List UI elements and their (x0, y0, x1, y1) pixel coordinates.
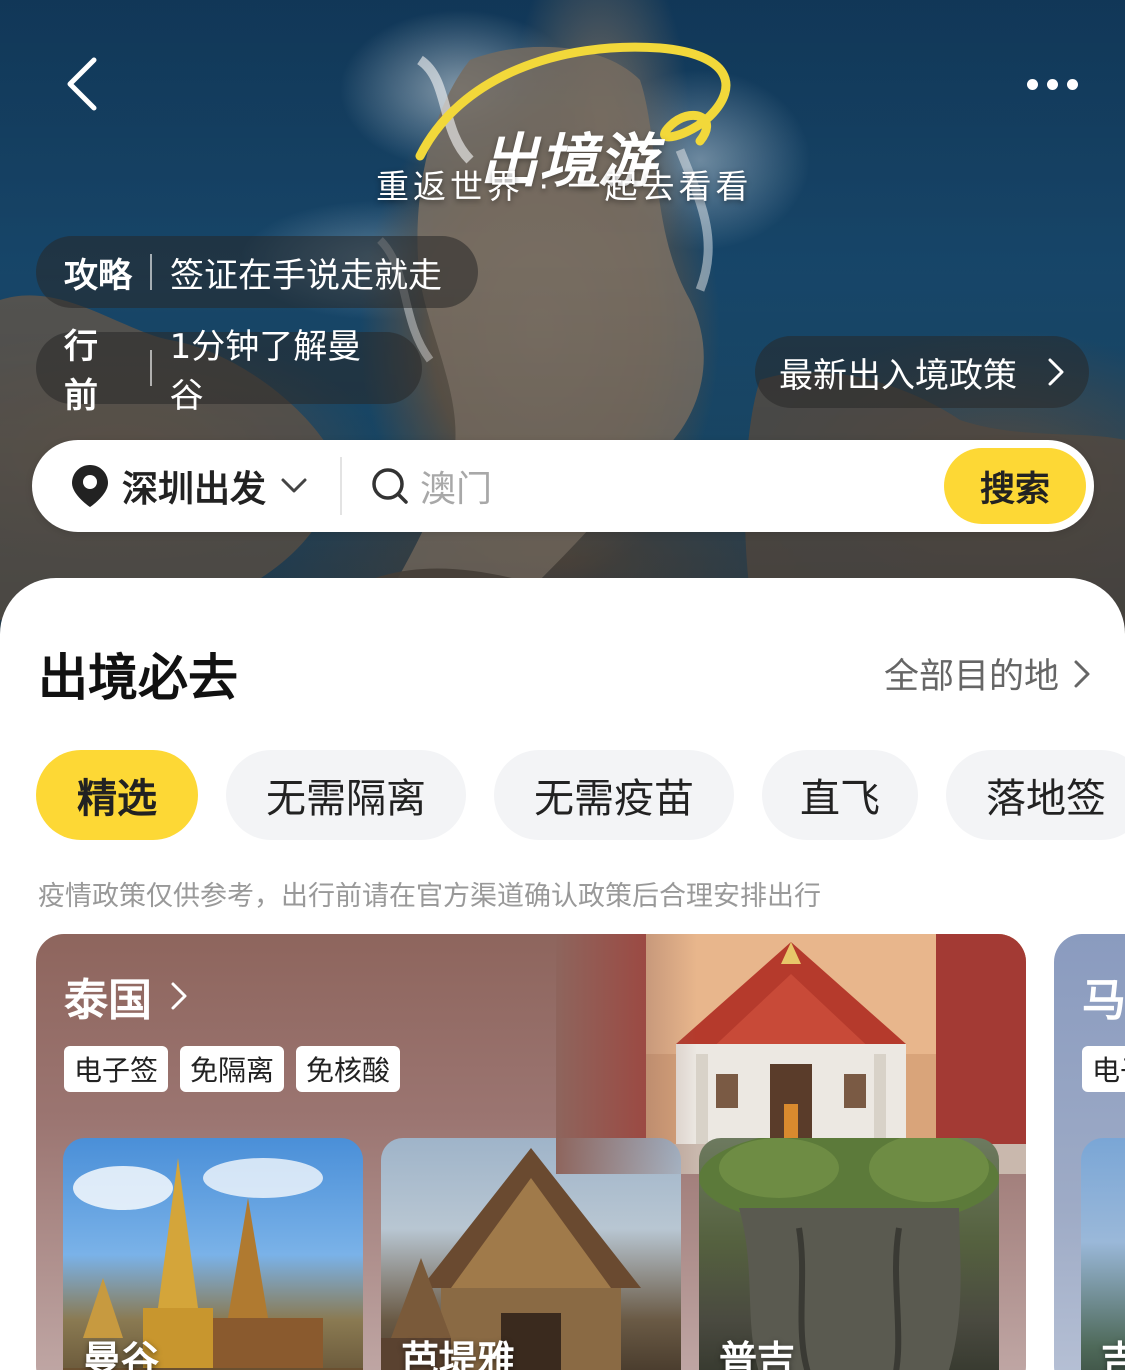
page-subtitle: 重返世界 · 一起去看看 (376, 167, 753, 206)
city-name: 曼谷 (83, 1338, 160, 1370)
content-panel: 出境必去 全部目的地 精选 无需隔离 无需疫苗 直飞 落地签 疫情政策仅供参考，… (0, 578, 1125, 1370)
pretrip-text: 1分钟了解曼谷 (169, 327, 362, 416)
temple-graphic (556, 934, 1026, 1174)
badge-evisa: 电子 (1082, 1046, 1125, 1092)
country-name: 泰国 (64, 975, 152, 1026)
city-name: 芭堤雅 (401, 1338, 516, 1370)
badge-no-quarantine: 免隔离 (180, 1046, 285, 1092)
pill-divider (149, 350, 152, 386)
chevron-right-icon (1074, 660, 1090, 687)
more-dot (1066, 78, 1078, 90)
filter-chip-no-vaccine[interactable]: 无需疫苗 (494, 750, 734, 840)
guide-tag: 攻略 (64, 255, 132, 296)
filter-chip-direct-flight[interactable]: 直飞 (762, 750, 918, 840)
chevron-right-icon (1048, 358, 1064, 386)
departure-selector[interactable]: 深圳出发 (32, 460, 340, 512)
city-card-next[interactable]: 吉 (1081, 1138, 1125, 1370)
chevron-down-icon (281, 478, 307, 493)
section-header: 出境必去 全部目的地 (38, 638, 1091, 708)
country-header: 泰国 (64, 964, 188, 1028)
filter-chip-visa-on-arrival[interactable]: 落地签 (946, 750, 1125, 840)
filter-chips: 精选 无需隔离 无需疫苗 直飞 落地签 (36, 750, 1125, 842)
city-name: 普吉 (719, 1338, 796, 1370)
search-icon (372, 468, 408, 504)
pretrip-tag: 行前 (64, 327, 98, 416)
more-dot (1046, 78, 1058, 90)
back-button[interactable] (52, 54, 112, 114)
policy-notice: 疫情政策仅供参考，出行前请在官方渠道确认政策后合理安排出行 (38, 881, 821, 912)
guide-text: 签证在手说走就走 (170, 255, 442, 296)
more-button[interactable] (1017, 64, 1087, 104)
pill-divider (150, 254, 152, 290)
section-title: 出境必去 (38, 649, 238, 707)
city-card-bangkok[interactable]: 曼谷 (63, 1138, 363, 1370)
pretrip-pill[interactable]: 行前 1分钟了解曼谷 (36, 327, 422, 416)
all-destinations-link[interactable]: 全部目的地 (884, 648, 1091, 699)
chevron-left-icon (67, 57, 97, 111)
country-badges: 电子签 免隔离 免核酸 (64, 1046, 401, 1092)
search-input[interactable]: 澳门 (342, 460, 944, 512)
more-dots-icon (1026, 78, 1038, 90)
search-placeholder: 澳门 (420, 469, 493, 510)
departure-city: 深圳出发 (122, 469, 267, 510)
badge-evisa: 电子签 (64, 1046, 169, 1092)
country-card-malaysia[interactable]: 马 电子 吉 (1054, 934, 1125, 1370)
policy-text: 最新出入境政策 (779, 355, 1017, 396)
location-pin-icon (72, 465, 108, 507)
city-name: 吉 (1101, 1338, 1125, 1370)
country-card-thailand[interactable]: 泰国 电子签 免隔离 免核酸 曼谷 芭堤雅 普吉 (36, 934, 1026, 1370)
search-button[interactable]: 搜索 (944, 448, 1086, 524)
filter-chip-featured[interactable]: 精选 (36, 750, 198, 840)
policy-pill[interactable]: 最新出入境政策 (755, 336, 1089, 408)
chevron-right-icon (171, 982, 187, 1010)
guide-pill[interactable]: 攻略 签证在手说走就走 (36, 236, 478, 308)
country-name: 马 (1082, 975, 1125, 1026)
badge-no-test: 免核酸 (296, 1046, 401, 1092)
temple-illustration (556, 934, 1026, 1174)
all-destinations-label: 全部目的地 (883, 657, 1059, 697)
filter-chip-no-quarantine[interactable]: 无需隔离 (226, 750, 466, 840)
search-bar: 深圳出发 澳门 搜索 (32, 440, 1094, 532)
